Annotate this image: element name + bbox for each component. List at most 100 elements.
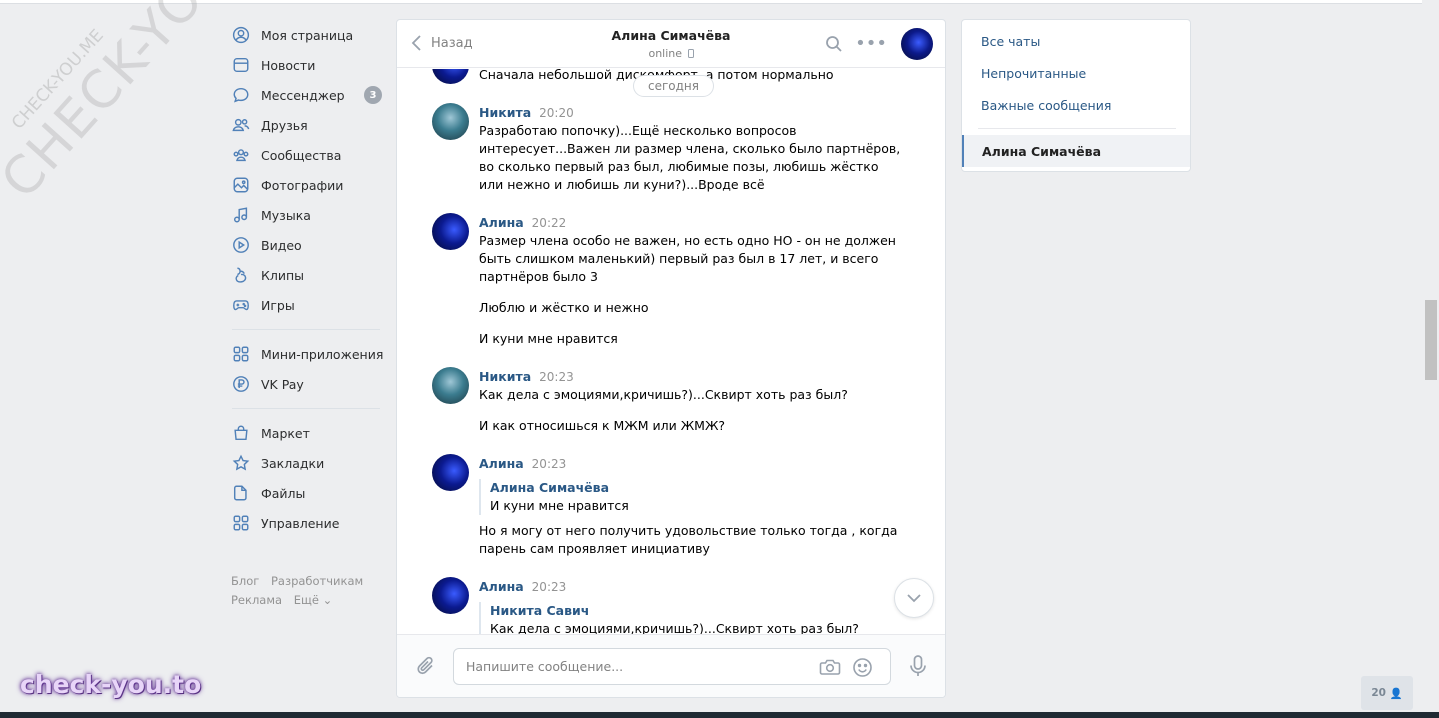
message-author[interactable]: Алина (479, 456, 524, 471)
peer-avatar[interactable] (901, 28, 933, 60)
message-composer (397, 634, 945, 697)
avatar[interactable] (432, 213, 469, 250)
message-text: или нежно и любишь ли куни?)...Вроде всё (479, 177, 765, 192)
forwarded-quote[interactable]: Алина Симачёва И куни мне нравится (479, 479, 629, 515)
microphone-icon[interactable] (907, 654, 929, 678)
file-icon (232, 484, 250, 502)
nav-music[interactable]: Музыка (228, 200, 388, 230)
footer-link-blog[interactable]: Блог (231, 574, 259, 588)
camera-icon[interactable] (819, 657, 841, 677)
smile-icon[interactable] (852, 657, 873, 678)
page-scrollbar[interactable] (1425, 300, 1437, 380)
nav-friends[interactable]: Друзья (228, 110, 388, 140)
avatar[interactable] (432, 103, 469, 140)
nav-label: Моя страница (261, 27, 354, 43)
nav-news[interactable]: Новости (228, 50, 388, 80)
message-text: интересует...Важен ли размер члена, скол… (479, 141, 901, 156)
os-taskbar (0, 712, 1439, 718)
message-header: Никита 20:20 (479, 105, 574, 120)
nav-video[interactable]: Видео (228, 230, 388, 260)
date-separator: сегодня (633, 75, 714, 97)
nav-manage[interactable]: Управление (228, 508, 388, 538)
message-header: Алина 20:22 (479, 215, 566, 230)
filter-all-chats[interactable]: Все чаты (981, 34, 1040, 49)
watermark-brand: check-you.to (20, 670, 202, 699)
avatar[interactable] (432, 367, 469, 404)
nav-communities[interactable]: Сообщества (228, 140, 388, 170)
chevron-down-icon (907, 594, 921, 603)
message-text: Люблю и жёстко и нежно (479, 300, 649, 315)
message-header: Алина 20:23 (479, 579, 566, 594)
unread-badge: 3 (364, 86, 382, 104)
chat-bubble-icon (232, 86, 250, 104)
forwarded-quote[interactable]: Никита Савич Как дела с эмоциями,кричишь… (479, 602, 859, 634)
message-author[interactable]: Алина (479, 215, 524, 230)
nav-games[interactable]: Игры (228, 290, 388, 320)
scroll-to-bottom-button[interactable] (894, 578, 934, 618)
nav-label: Видео (261, 237, 302, 253)
more-dots-icon[interactable]: ••• (855, 35, 887, 53)
avatar[interactable] (432, 577, 469, 614)
message-text: быть слишком маленький) первый раз был в… (479, 251, 879, 266)
nav-vk-pay[interactable]: VK Pay (228, 369, 388, 399)
footer-link-more[interactable]: Ещё ⌄ (294, 593, 332, 607)
nav-label: Файлы (261, 485, 306, 501)
nav-label: Закладки (261, 455, 325, 471)
nav-clips[interactable]: Клипы (228, 260, 388, 290)
manage-grid-icon (232, 514, 250, 532)
message-text: Размер члена особо не важен, но есть одн… (479, 233, 896, 248)
quote-text: И куни мне нравится (490, 498, 629, 513)
avatar[interactable] (432, 69, 469, 84)
clips-icon (232, 266, 250, 284)
nav-label: Фотографии (261, 177, 344, 193)
nav-photos[interactable]: Фотографии (228, 170, 388, 200)
left-sidebar: Моя страница Новости Мессенджер 3 Друзья… (228, 20, 388, 610)
online-counter[interactable]: 20 👤 (1361, 676, 1413, 710)
message-text: И как относишься к МЖМ или ЖМЖ? (479, 418, 726, 433)
avatar[interactable] (432, 454, 469, 491)
message-text: Разработаю попочку)...Ещё несколько вопр… (479, 123, 797, 138)
paperclip-icon[interactable] (415, 655, 437, 677)
market-bag-icon (232, 424, 250, 442)
nav-market[interactable]: Маркет (228, 418, 388, 448)
quote-author[interactable]: Никита Савич (490, 602, 859, 620)
gamepad-icon (232, 296, 250, 314)
message-time[interactable]: 20:23 (539, 370, 574, 384)
message-time[interactable]: 20:23 (532, 580, 567, 594)
filter-important[interactable]: Важные сообщения (981, 98, 1111, 113)
message-input-box (453, 648, 891, 685)
message-text: Но я могу от него получить удовольствие … (479, 523, 898, 538)
message-author[interactable]: Никита (479, 105, 531, 120)
person-icon: 👤 (1389, 687, 1403, 700)
filter-unread[interactable]: Непрочитанные (981, 66, 1086, 81)
message-input[interactable] (466, 649, 806, 684)
message-author[interactable]: Никита (479, 369, 531, 384)
footer-link-ads[interactable]: Реклама (231, 593, 282, 607)
footer-link-developers[interactable]: Разработчикам (271, 574, 363, 588)
nav-label: Друзья (261, 117, 308, 133)
nav-messenger[interactable]: Мессенджер 3 (228, 80, 388, 110)
nav-my-page[interactable]: Моя страница (228, 20, 388, 50)
mobile-icon (687, 49, 694, 58)
nav-label: Игры (261, 297, 295, 313)
nav-label: Новости (261, 57, 316, 73)
quote-author[interactable]: Алина Симачёва (490, 479, 629, 497)
message-text: И куни мне нравится (479, 331, 618, 346)
nav-bookmarks[interactable]: Закладки (228, 448, 388, 478)
message-time[interactable]: 20:20 (539, 106, 574, 120)
message-text: парень сам проявляет инициативу (479, 541, 710, 556)
message-author[interactable]: Алина (479, 579, 524, 594)
footer-links: Блог Разработчикам Реклама Ещё ⌄ (228, 572, 388, 610)
video-icon (232, 236, 250, 254)
nav-label: Музыка (261, 207, 311, 223)
nav-label: Управление (261, 515, 340, 531)
active-chat-item[interactable]: Алина Симачёва (962, 135, 1190, 167)
search-icon[interactable] (825, 35, 843, 53)
message-time[interactable]: 20:23 (532, 457, 567, 471)
nav-mini-apps[interactable]: Мини-приложения (228, 339, 388, 369)
peer-status-text: online (648, 47, 683, 60)
counter-value: 20 (1371, 687, 1386, 699)
message-time[interactable]: 20:22 (532, 216, 567, 230)
nav-files[interactable]: Файлы (228, 478, 388, 508)
nav-label: Клипы (261, 267, 305, 283)
